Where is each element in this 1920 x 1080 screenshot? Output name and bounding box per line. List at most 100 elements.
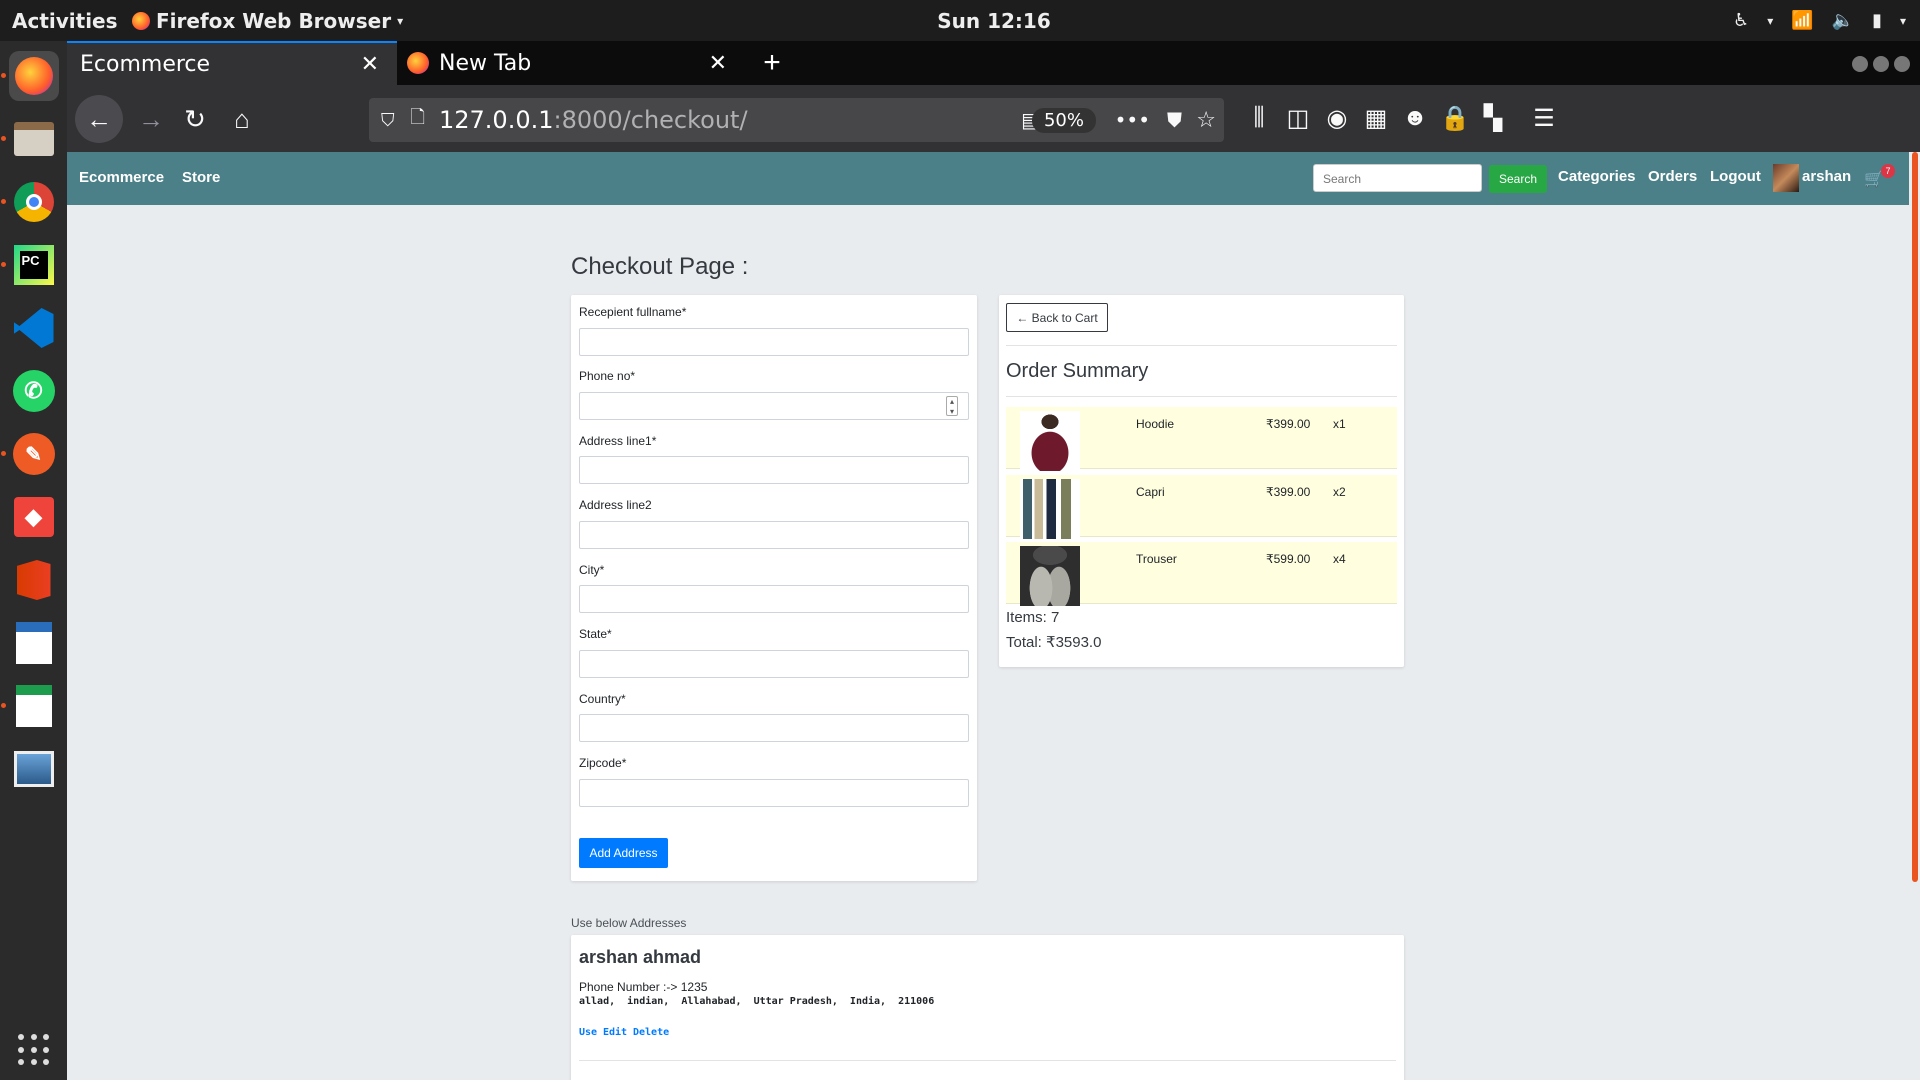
- address-line2-input[interactable]: [579, 521, 969, 549]
- extension-icon[interactable]: ▦: [1362, 104, 1390, 133]
- minimize-button[interactable]: [1852, 56, 1868, 72]
- use-address-link[interactable]: Use: [579, 1027, 597, 1038]
- address-line1-input[interactable]: [579, 456, 969, 484]
- dock-postman-icon[interactable]: ✎: [0, 429, 59, 479]
- tab-ecommerce[interactable]: Ecommerce ✕: [67, 41, 397, 85]
- address-form-card: Recepient fullname* Phone no* ▴ ▾ Address…: [571, 295, 977, 881]
- lock-extension-icon[interactable]: 🔒: [1440, 104, 1470, 133]
- extension-face-icon[interactable]: ☻: [1401, 104, 1429, 132]
- country-input[interactable]: [579, 714, 969, 742]
- order-item-row: Trouser ₹599.00 x4: [1006, 542, 1397, 606]
- username-link[interactable]: arshan: [1802, 168, 1851, 185]
- logout-link[interactable]: Logout: [1710, 168, 1761, 185]
- categories-link[interactable]: Categories: [1558, 168, 1636, 185]
- back-to-cart-button[interactable]: ← Back to Cart: [1006, 303, 1108, 332]
- search-input[interactable]: Search: [1313, 164, 1482, 192]
- dock-anydesk-icon[interactable]: ◆: [9, 492, 59, 542]
- item-qty: x4: [1333, 552, 1346, 566]
- delete-address-link[interactable]: Delete: [633, 1027, 669, 1038]
- dock-writer-icon[interactable]: [9, 618, 59, 668]
- clock[interactable]: Sun 12:16: [0, 9, 1920, 33]
- pocket-icon[interactable]: ⛊: [1167, 108, 1182, 132]
- edit-address-link[interactable]: Edit: [603, 1027, 627, 1038]
- running-indicator: [0, 136, 6, 141]
- dock-vscode-icon[interactable]: [9, 303, 59, 353]
- city-input[interactable]: [579, 585, 969, 613]
- item-name: Hoodie: [1136, 417, 1175, 431]
- running-indicator: [0, 73, 6, 78]
- avatar[interactable]: [1773, 164, 1799, 192]
- store-link[interactable]: Store: [182, 169, 220, 186]
- field-label-city: City*: [579, 563, 605, 577]
- more-actions-icon[interactable]: •••: [1115, 108, 1150, 132]
- number-spinner[interactable]: ▴ ▾: [946, 396, 958, 416]
- dock-chrome-icon[interactable]: [0, 177, 59, 227]
- zipcode-input[interactable]: [579, 779, 969, 807]
- phone-input[interactable]: ▴ ▾: [579, 392, 969, 420]
- order-item-row: Capri ₹399.00 x2: [1006, 475, 1397, 539]
- dock-calc-icon[interactable]: [0, 681, 59, 731]
- saved-address-card: arshan ahmad Phone Number :-> 1235 allad…: [571, 935, 1404, 1080]
- maximize-button[interactable]: [1873, 56, 1889, 72]
- dock: PC ✆ ✎ ◆: [0, 41, 67, 1080]
- dock-office-icon[interactable]: [9, 555, 59, 605]
- forward-button[interactable]: →: [129, 97, 173, 141]
- page-icon: 🗋: [410, 107, 425, 128]
- show-applications-icon[interactable]: [18, 1034, 50, 1066]
- battery-icon: ▮: [1872, 10, 1882, 31]
- cart-count-badge: 7: [1881, 164, 1895, 178]
- add-address-button[interactable]: Add Address: [579, 838, 668, 868]
- scrollbar-thumb[interactable]: [1912, 152, 1918, 882]
- orders-link[interactable]: Orders: [1648, 168, 1697, 185]
- state-input[interactable]: [579, 650, 969, 678]
- close-icon[interactable]: ✕: [361, 52, 379, 77]
- hamburger-menu-icon[interactable]: ☰: [1530, 104, 1558, 133]
- library-icon[interactable]: ⫼: [1245, 104, 1273, 132]
- field-label-address2: Address line2: [579, 498, 652, 512]
- url-host: 127.0.0.1: [438, 106, 554, 134]
- url-path: :8000/checkout/: [553, 106, 748, 134]
- field-label-phone: Phone no*: [579, 369, 636, 383]
- shield-icon[interactable]: ⛉: [381, 110, 395, 131]
- items-count: Items: 7: [1006, 609, 1060, 626]
- running-indicator: [0, 262, 6, 267]
- order-total: Total: ₹3593.0: [1006, 634, 1102, 651]
- url-bar[interactable]: ⛉ 🗋 127.0.0.1:8000/checkout/ ▤ 50% ••• ⛊…: [369, 98, 1224, 142]
- dock-whatsapp-icon[interactable]: ✆: [9, 366, 59, 416]
- arrow-right-icon: →: [138, 103, 164, 134]
- dock-pycharm-icon[interactable]: PC: [0, 240, 59, 290]
- field-label-country: Country*: [579, 692, 626, 706]
- system-tray[interactable]: ♿ ▾ 📶 🔈 ▮ ▾: [1733, 10, 1906, 31]
- running-indicator: [0, 451, 6, 456]
- product-image-hoodie: [1020, 411, 1080, 471]
- sidebar-icon[interactable]: ◫: [1284, 104, 1312, 133]
- account-icon[interactable]: ◉: [1323, 104, 1351, 133]
- page-scrollbar[interactable]: [1909, 152, 1920, 1080]
- dock-firefox-icon[interactable]: [0, 51, 59, 101]
- search-button[interactable]: Search: [1489, 165, 1547, 193]
- field-label-fullname: Recepient fullname*: [579, 305, 687, 319]
- dock-files-icon[interactable]: [0, 114, 59, 164]
- zoom-level[interactable]: 50%: [1031, 107, 1096, 133]
- address-phone: Phone Number :-> 1235: [579, 980, 708, 994]
- system-top-bar: Activities Firefox Web Browser ▾ Sun 12:…: [0, 0, 1920, 41]
- home-button[interactable]: ⌂: [220, 97, 264, 141]
- brand-link[interactable]: Ecommerce: [79, 169, 164, 186]
- dock-image-viewer-icon[interactable]: [9, 744, 59, 794]
- item-price: ₹599.00: [1266, 552, 1311, 566]
- close-icon[interactable]: ✕: [709, 51, 727, 76]
- tab-new-tab[interactable]: New Tab ✕: [407, 41, 745, 85]
- item-price: ₹399.00: [1266, 417, 1311, 431]
- accessibility-icon[interactable]: ♿: [1733, 10, 1749, 31]
- bookmark-star-icon[interactable]: ☆: [1196, 108, 1216, 133]
- chevron-down-icon: ▾: [1899, 13, 1906, 28]
- product-image-trouser: [1020, 546, 1080, 606]
- fullname-input[interactable]: [579, 328, 969, 356]
- item-name: Trouser: [1136, 552, 1177, 566]
- wifi-icon: 📶: [1791, 10, 1814, 31]
- back-button[interactable]: ←: [75, 95, 123, 143]
- new-tab-button[interactable]: +: [752, 41, 792, 85]
- close-window-button[interactable]: [1894, 56, 1910, 72]
- apps-extension-icon[interactable]: ▚: [1479, 104, 1507, 133]
- reload-button[interactable]: ↻: [173, 97, 217, 141]
